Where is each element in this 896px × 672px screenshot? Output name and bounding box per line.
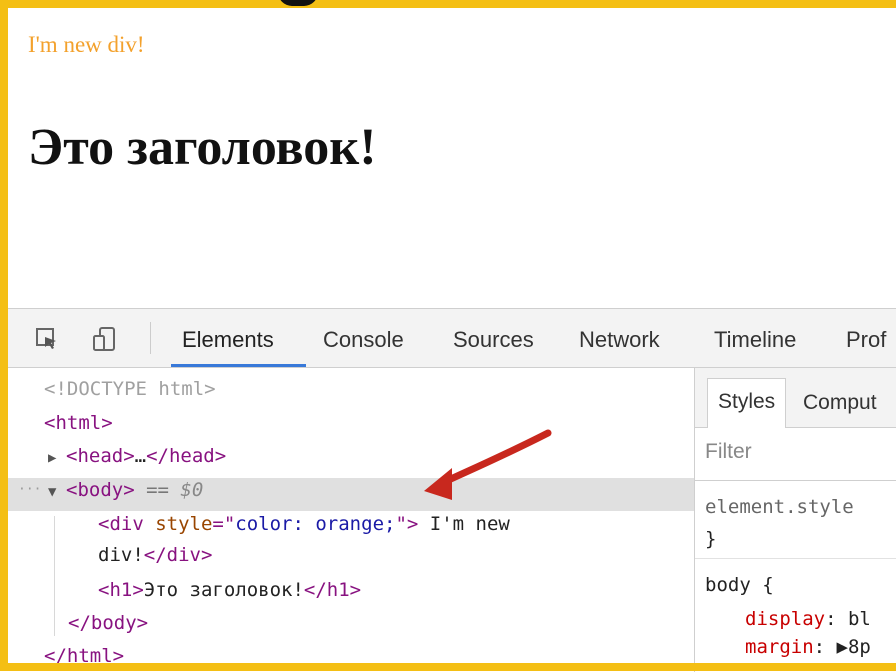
yellow-frame (0, 0, 896, 671)
